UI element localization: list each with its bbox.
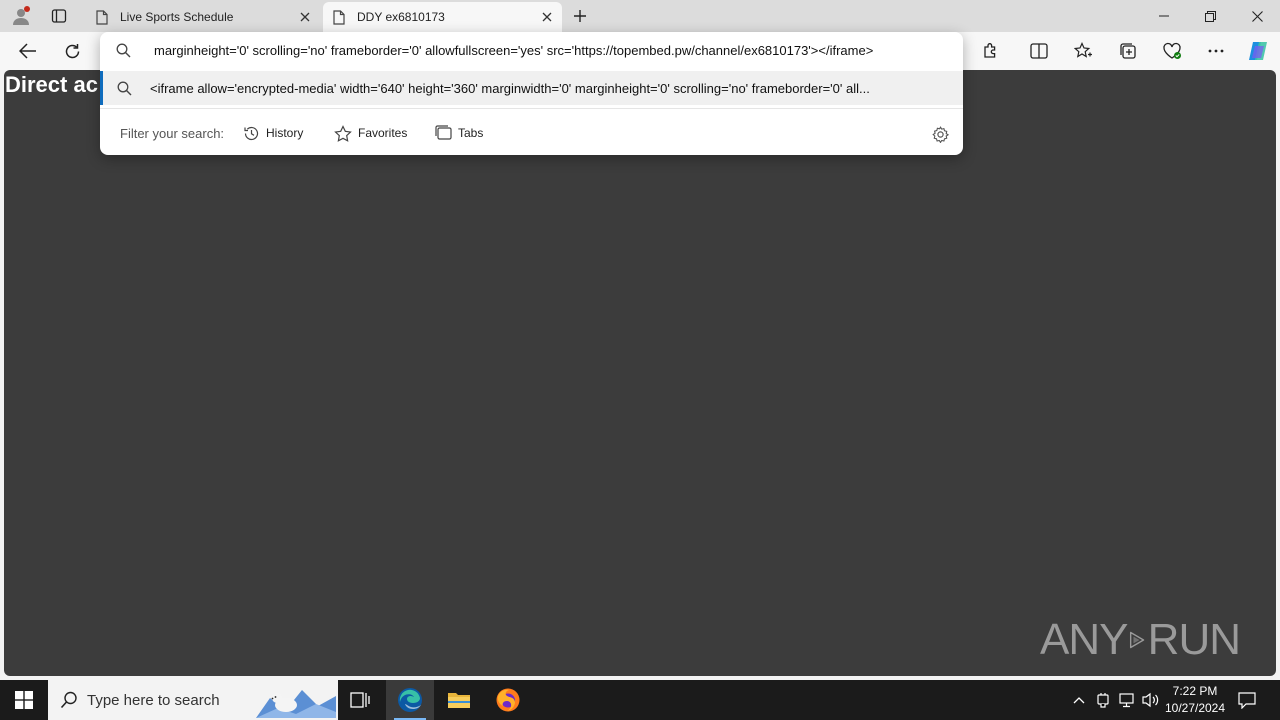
- tabs-icon: [435, 125, 452, 140]
- filter-history-button[interactable]: History: [243, 122, 303, 144]
- search-highlight-illustration: [256, 690, 336, 718]
- filter-favorites-label: Favorites: [358, 126, 408, 140]
- refresh-button[interactable]: [57, 36, 87, 66]
- tab-title: DDY ex6810173: [357, 10, 445, 24]
- page-icon: [333, 9, 347, 25]
- close-tab-icon[interactable]: [294, 6, 316, 28]
- taskbar-firefox[interactable]: [484, 680, 532, 720]
- filter-tabs-label: Tabs: [458, 126, 484, 140]
- split-screen-icon[interactable]: [1024, 36, 1054, 66]
- task-view-icon: [350, 692, 370, 708]
- show-hidden-icons-chevron-up-icon[interactable]: [1069, 688, 1089, 712]
- firefox-icon: [496, 688, 520, 712]
- settings-and-more-icon[interactable]: [1201, 36, 1231, 66]
- network-icon[interactable]: [1117, 688, 1137, 712]
- title-bar: Live Sports Schedule DDY ex6810173: [0, 0, 1280, 32]
- volume-icon[interactable]: [1141, 688, 1161, 712]
- task-view-button[interactable]: [336, 680, 384, 720]
- watermark-text-right: RUN: [1147, 615, 1241, 664]
- address-bar-input[interactable]: marginheight='0' scrolling='no' framebor…: [100, 32, 963, 70]
- tab-ddy-ex6810173[interactable]: DDY ex6810173: [323, 2, 562, 32]
- collections-icon[interactable]: [1113, 36, 1143, 66]
- folder-icon: [448, 693, 470, 708]
- back-button[interactable]: [13, 36, 43, 66]
- dropdown-divider: [100, 108, 963, 109]
- watermark-text-left: ANY: [1040, 615, 1128, 664]
- clock-time: 7:22 PM: [1172, 684, 1218, 698]
- search-icon: [117, 81, 132, 101]
- start-button[interactable]: [0, 680, 48, 720]
- close-window-button[interactable]: [1234, 0, 1280, 32]
- restore-button[interactable]: [1187, 0, 1233, 32]
- web-page-content: Direct ac ANY RUN: [4, 70, 1276, 676]
- taskbar-edge-app[interactable]: [386, 680, 434, 720]
- close-tab-icon[interactable]: [536, 6, 558, 28]
- history-icon: [244, 126, 259, 140]
- windows-taskbar: Type here to search 7:22 PM 10/27/2024: [0, 680, 1280, 720]
- tab-title: Live Sports Schedule: [120, 10, 234, 24]
- anyrun-watermark: ANY RUN: [1040, 608, 1241, 672]
- search-suggestion[interactable]: <iframe allow='encrypted-media' width='6…: [100, 71, 963, 105]
- filter-favorites-button[interactable]: Favorites: [334, 122, 407, 144]
- taskbar-file-explorer[interactable]: [435, 680, 483, 720]
- tab-live-sports-schedule[interactable]: Live Sports Schedule: [86, 2, 320, 32]
- search-settings-gear-icon[interactable]: [929, 123, 951, 145]
- minimize-button[interactable]: [1141, 0, 1187, 32]
- star-icon: [334, 124, 352, 142]
- filter-tabs-button[interactable]: Tabs: [435, 122, 483, 144]
- search-icon: [116, 43, 131, 63]
- tab-actions-icon[interactable]: [46, 4, 72, 28]
- taskbar-search-box[interactable]: Type here to search: [48, 680, 338, 720]
- play-logo-icon: [1130, 631, 1145, 649]
- address-text: marginheight='0' scrolling='no' framebor…: [154, 43, 874, 58]
- favorites-icon[interactable]: [1068, 36, 1098, 66]
- suggestion-text: <iframe allow='encrypted-media' width='6…: [150, 81, 870, 96]
- clock-date: 10/27/2024: [1164, 701, 1226, 715]
- extensions-icon[interactable]: [976, 36, 1006, 66]
- filter-history-label: History: [266, 126, 304, 140]
- filter-label: Filter your search:: [120, 125, 225, 141]
- profile-icon[interactable]: [8, 4, 34, 28]
- page-heading: Direct ac: [5, 72, 98, 97]
- page-icon: [96, 9, 110, 25]
- copilot-icon[interactable]: [1243, 36, 1273, 66]
- search-placeholder: Type here to search: [87, 692, 220, 709]
- address-bar-dropdown: marginheight='0' scrolling='no' framebor…: [100, 32, 963, 155]
- edge-icon: [398, 688, 422, 712]
- new-tab-button[interactable]: [568, 4, 592, 28]
- notifications-icon[interactable]: [1234, 688, 1260, 712]
- device-tray-icon[interactable]: [1093, 688, 1113, 712]
- search-icon: [60, 691, 78, 714]
- system-clock[interactable]: 7:22 PM 10/27/2024: [1160, 683, 1230, 717]
- windows-logo-icon: [15, 691, 33, 709]
- browser-essentials-icon[interactable]: [1157, 36, 1187, 66]
